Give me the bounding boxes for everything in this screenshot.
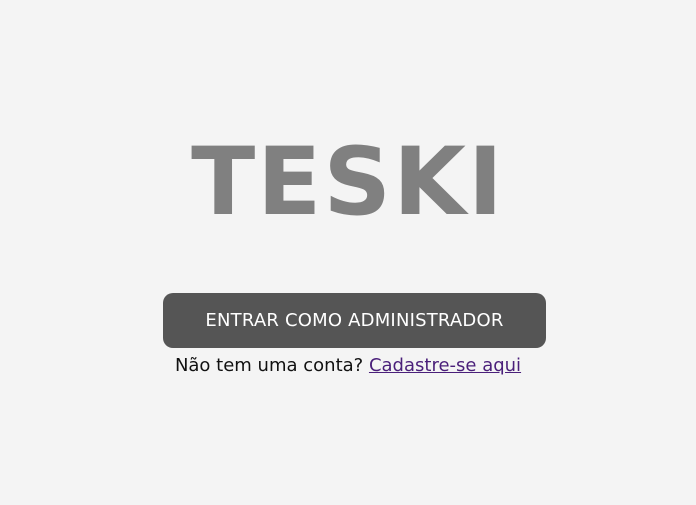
app-logo: TESKI <box>191 128 505 237</box>
signup-prompt-text: Não tem uma conta? <box>174 355 364 376</box>
signup-link[interactable]: Cadastre-se aqui <box>369 355 521 376</box>
admin-login-button[interactable]: ENTRAR COMO ADMINISTRADOR <box>163 293 546 348</box>
admin-login-button-label: ENTRAR COMO ADMINISTRADOR <box>205 310 504 331</box>
signup-prompt-line: Não tem uma conta? Cadastre-se aqui <box>0 353 696 379</box>
